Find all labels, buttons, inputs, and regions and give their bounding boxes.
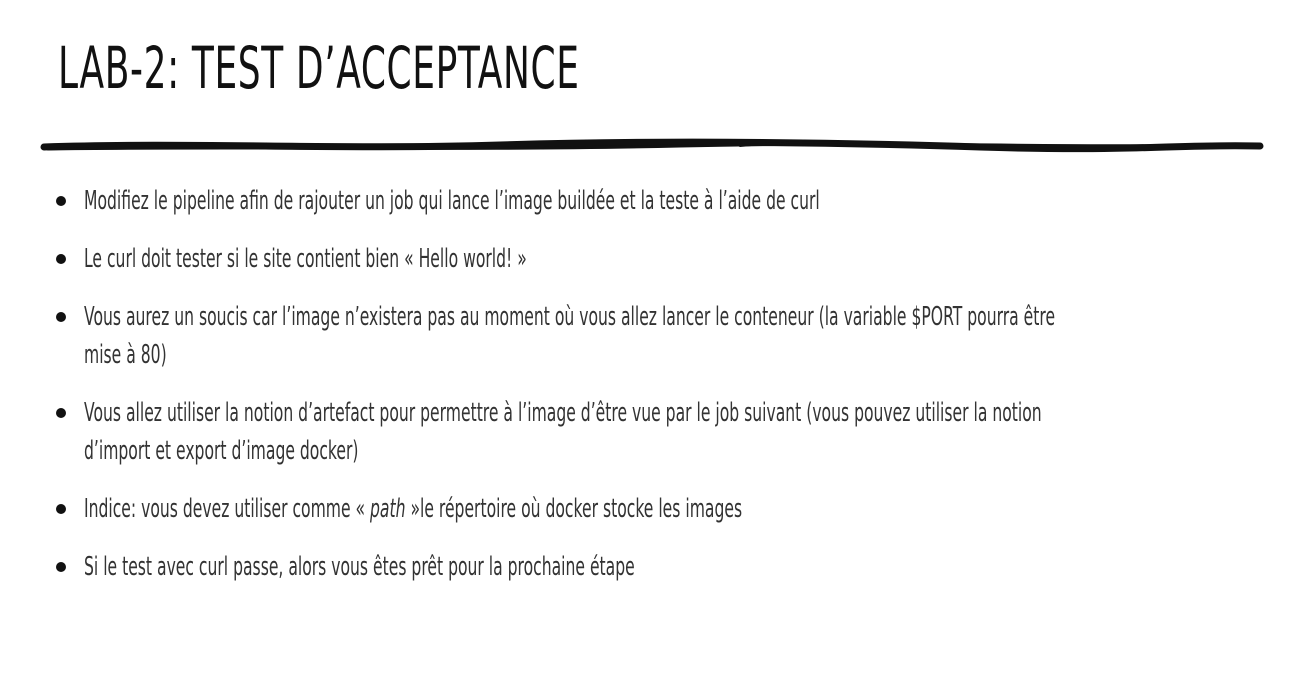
bullet-dot	[56, 408, 66, 418]
bullet-text: Indice: vous devez utiliser comme « path…	[84, 490, 796, 528]
bullet-text-after: »le répertoire où docker stocke les imag…	[405, 494, 743, 524]
bullet-line: Vous allez utiliser la notion d’artefact…	[84, 398, 1042, 428]
path-emphasis: path	[370, 494, 406, 524]
bullet-line: mise à 80)	[84, 340, 167, 370]
bullet-line: d’import et export d’image docker)	[84, 436, 359, 466]
bullet-dot	[56, 504, 66, 514]
bullet-dot	[56, 312, 66, 322]
bullet-line: Vous aurez un soucis car l’image n’exist…	[84, 302, 1056, 332]
bullet-text: Vous allez utiliser la notion d’artefact…	[84, 394, 1042, 470]
slide-title: LAB-2: TEST D’ACCEPTANCE	[58, 34, 580, 102]
bullet-dot	[56, 196, 66, 206]
bullet-text: Si le test avec curl passe, alors vous ê…	[84, 552, 635, 582]
list-item: Indice: vous devez utiliser comme « path…	[56, 490, 1271, 528]
bullet-text-before: Indice: vous devez utiliser comme «	[84, 494, 371, 524]
bullet-text: Vous aurez un soucis car l’image n’exist…	[84, 298, 1056, 374]
title-divider	[40, 138, 1264, 153]
bullet-text: Le curl doit tester si le site contient …	[84, 244, 527, 274]
bullet-text: Modifiez le pipeline afin de rajouter un…	[84, 186, 820, 216]
list-item: Vous aurez un soucis car l’image n’exist…	[56, 298, 1271, 374]
bullet-list: Modifiez le pipeline afin de rajouter un…	[56, 182, 1271, 606]
bullet-dot	[56, 562, 66, 572]
list-item: Vous allez utiliser la notion d’artefact…	[56, 394, 1271, 470]
bullet-dot	[56, 254, 66, 264]
list-item: Si le test avec curl passe, alors vous ê…	[56, 548, 1271, 586]
slide: LAB-2: TEST D’ACCEPTANCE Modifiez le pip…	[0, 0, 1313, 688]
list-item: Le curl doit tester si le site contient …	[56, 240, 1271, 278]
list-item: Modifiez le pipeline afin de rajouter un…	[56, 182, 1271, 220]
